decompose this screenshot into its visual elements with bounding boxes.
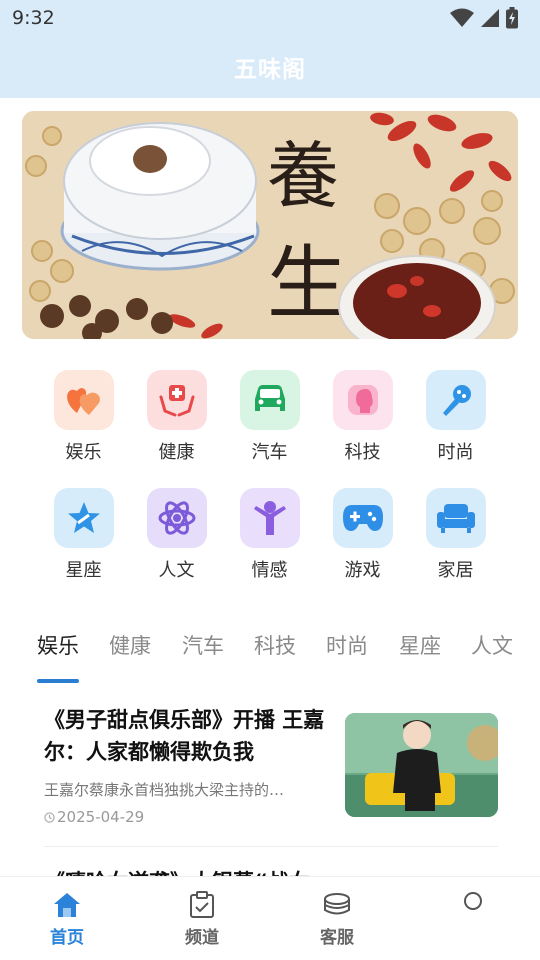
nav-channels[interactable]: 频道 [162,891,242,948]
service-icon [324,893,350,915]
bottom-nav: 首页 频道 客服 [0,876,540,960]
article-date-row: 2025-04-29 [44,808,144,826]
microphone-icon [425,370,486,430]
category-label: 家居 [437,560,474,581]
banner-carousel[interactable]: 養 生 [22,111,518,339]
person-arms-icon [239,488,300,548]
category-label: 汽车 [251,442,288,463]
nav-label: 客服 [320,928,354,948]
nav-profile[interactable] [433,891,513,923]
battery-icon [506,7,518,29]
app-title: 五味阁 [234,57,306,83]
tab-fashion[interactable]: 时尚 [326,630,368,660]
tab-health[interactable]: 健康 [109,630,151,660]
category-grid: 娱乐 健康 汽车 科技 时尚 星座 人文 情感 游戏 家居 [37,370,503,582]
car-icon [239,370,300,430]
top-bar: 9:32 五味阁 [0,0,540,98]
nav-home[interactable]: 首页 [27,891,107,948]
category-entertainment[interactable]: 娱乐 [37,370,130,464]
hearts-icon [53,370,114,430]
tab-auto[interactable]: 汽车 [182,630,224,660]
star-icon [53,488,114,548]
sofa-icon [425,488,486,548]
category-label: 时尚 [437,442,474,463]
category-label: 情感 [251,560,288,581]
tab-tech[interactable]: 科技 [254,630,296,660]
category-label: 游戏 [344,560,381,581]
status-bar: 9:32 [0,0,540,36]
category-home[interactable]: 家居 [409,488,502,582]
status-icons [450,7,518,29]
home-icon [54,893,80,917]
gamepad-icon [332,488,393,548]
category-emotion[interactable]: 情感 [223,488,316,582]
atom-icon [146,488,207,548]
tab-indicator [37,679,79,683]
status-time: 9:32 [12,7,55,29]
category-auto[interactable]: 汽车 [223,370,316,464]
category-tech[interactable]: 科技 [316,370,409,464]
clock-icon [44,811,55,823]
tab-horoscope[interactable]: 星座 [399,630,441,660]
channel-tabs: 娱乐 健康 汽车 科技 时尚 星座 人文 [0,630,540,686]
category-label: 人文 [158,560,195,581]
category-label: 健康 [158,442,195,463]
signal-icon [481,9,499,27]
category-fashion[interactable]: 时尚 [409,370,502,464]
article-divider [44,846,498,847]
category-label: 星座 [65,560,102,581]
wifi-icon [450,8,474,27]
banner-char-2: 生 [267,237,347,330]
category-games[interactable]: 游戏 [316,488,409,582]
nav-label: 频道 [185,928,219,948]
tab-entertainment[interactable]: 娱乐 [37,630,79,660]
tab-humanities[interactable]: 人文 [471,630,513,660]
banner-char-1: 養 [267,134,339,218]
nav-service[interactable]: 客服 [297,891,377,948]
category-label: 科技 [344,442,381,463]
clipboard-icon [190,891,214,918]
article-card[interactable]: 《男子甜点俱乐部》开播 王嘉尔：人家都懒得欺负我 王嘉尔蔡康永首档独挑大梁主持的… [44,704,498,834]
article-title: 《男子甜点俱乐部》开播 王嘉尔：人家都懒得欺负我 [44,708,325,764]
article-summary: 王嘉尔蔡康永首档独挑大梁主持的… [44,781,285,799]
medical-hands-icon [146,370,207,430]
banner-image: 養 生 [22,111,518,339]
profile-icon [464,892,482,910]
nav-label: 首页 [50,928,84,948]
category-label: 娱乐 [65,442,102,463]
category-humanities[interactable]: 人文 [130,488,223,582]
face-profile-icon [332,370,393,430]
article-date: 2025-04-29 [57,808,145,826]
category-health[interactable]: 健康 [130,370,223,464]
category-horoscope[interactable]: 星座 [37,488,130,582]
article-thumbnail [345,713,498,817]
